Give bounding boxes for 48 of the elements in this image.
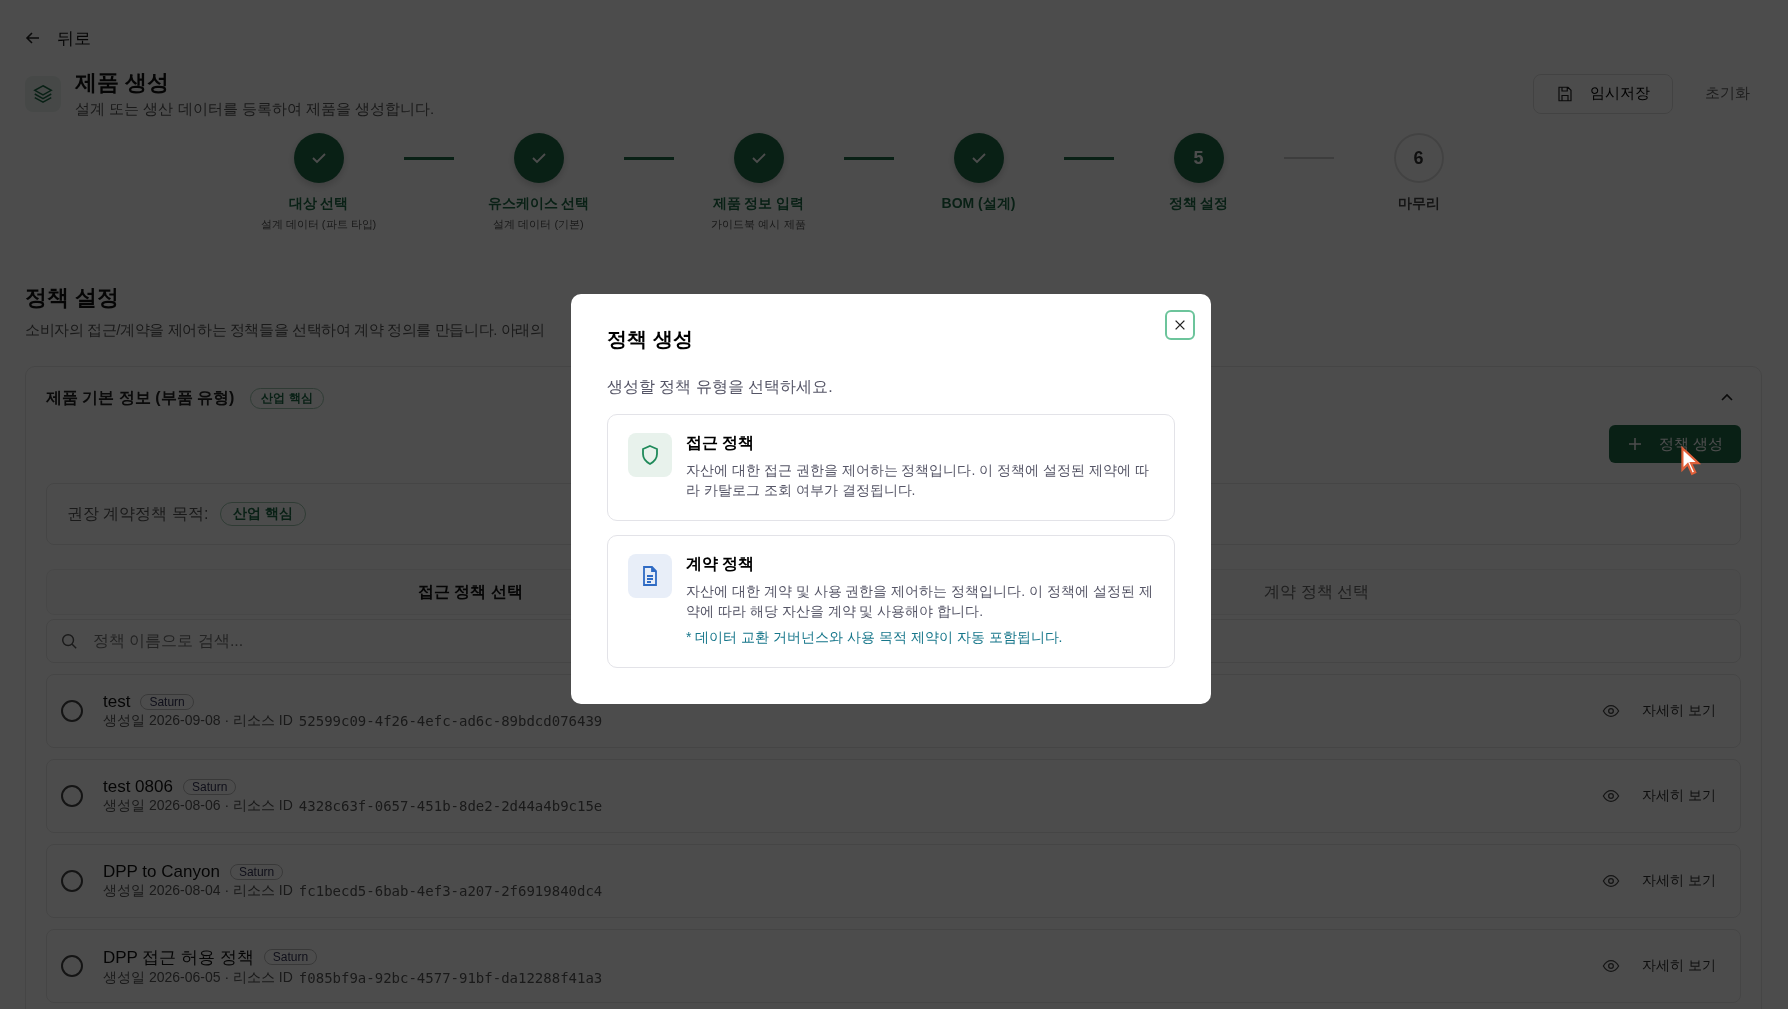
- document-icon: [628, 554, 672, 598]
- eye-icon: [1602, 787, 1621, 805]
- step-circle: 6: [1393, 133, 1444, 183]
- eye-icon: [1602, 702, 1621, 720]
- section-title: 정책 설정: [25, 284, 121, 312]
- policy-type-option[interactable]: 접근 정책 자산에 대한 접근 권한을 제어하는 정책입니다. 이 정책에 설정된 제약에 따라 카탈로그 조회 여부가 결정됩니다.: [607, 414, 1175, 521]
- step-label: 대상 선택: [288, 195, 349, 213]
- save-draft-button[interactable]: 임시저장: [1533, 73, 1673, 114]
- details-link[interactable]: 자세히 보기: [1642, 957, 1716, 975]
- step-label: 정책 설정: [1168, 195, 1229, 213]
- policy-name: test: [103, 692, 131, 712]
- layers-icon: [25, 75, 61, 112]
- details-link[interactable]: 자세히 보기: [1642, 872, 1716, 890]
- close-button[interactable]: [1165, 310, 1195, 340]
- card-title: 제품 기본 정보 (부품 유형): [46, 387, 235, 408]
- dialog-title: 정책 생성: [607, 327, 693, 352]
- step-label: 제품 정보 입력: [712, 195, 805, 213]
- radio-button[interactable]: [61, 870, 83, 892]
- policy-name: DPP to Canyon: [103, 862, 220, 882]
- policy-name: DPP 접근 허용 정책: [103, 946, 254, 969]
- search-icon: [60, 632, 78, 650]
- save-icon: [1556, 84, 1574, 103]
- back-arrow-icon[interactable]: [25, 30, 41, 46]
- close-icon: [1173, 318, 1187, 332]
- step-label: 마무리: [1397, 195, 1440, 213]
- option-description: 자산에 대한 접근 권한을 제어하는 정책입니다. 이 정책에 설정된 제약에 따라 카탈로그 조회 여부가 결정됩니다.: [686, 461, 1150, 500]
- option-title: 접근 정책: [686, 433, 756, 453]
- plus-icon: [1626, 436, 1643, 452]
- radio-button[interactable]: [61, 955, 83, 977]
- option-title: 계약 정책: [686, 554, 756, 574]
- details-link[interactable]: 자세히 보기: [1642, 702, 1716, 720]
- page-title: 제품 생성: [75, 69, 171, 97]
- eye-icon: [1602, 957, 1621, 975]
- option-description: 자산에 대한 계약 및 사용 권한을 제어하는 정책입니다. 이 정책에 설정된 제약에 따라 해당 자산을 계약 및 사용해야 합니다.: [686, 582, 1154, 621]
- radio-button[interactable]: [61, 700, 83, 722]
- option-note: * 데이터 교환 거버넌스와 사용 목적 제약이 자동 포함됩니다.: [686, 629, 1064, 647]
- step-label: 유스케이스 선택: [487, 195, 590, 213]
- back-link[interactable]: 뒤로: [57, 26, 91, 50]
- shield-icon: [628, 433, 672, 477]
- policy-name: test 0806: [103, 777, 173, 797]
- eye-icon: [1602, 872, 1621, 890]
- dialog-prompt: 생성할 정책 유형을 선택하세요.: [607, 377, 834, 397]
- policy-type-option[interactable]: 계약 정책 자산에 대한 계약 및 사용 권한을 제어하는 정책입니다. 이 정책에 설정된 제약에 따라 해당 자산을 계약 및 사용해야 합니다. * 데이터 교환 거버넌스와 사용 목적 제약이 자동 포함됩니다.: [607, 535, 1175, 668]
- radio-button[interactable]: [61, 785, 83, 807]
- details-link[interactable]: 자세히 보기: [1642, 787, 1716, 805]
- step-label: BOM (설계): [941, 195, 1016, 213]
- create-policy-button[interactable]: 정책 생성: [1608, 425, 1741, 463]
- step-circle: 5: [1173, 133, 1224, 183]
